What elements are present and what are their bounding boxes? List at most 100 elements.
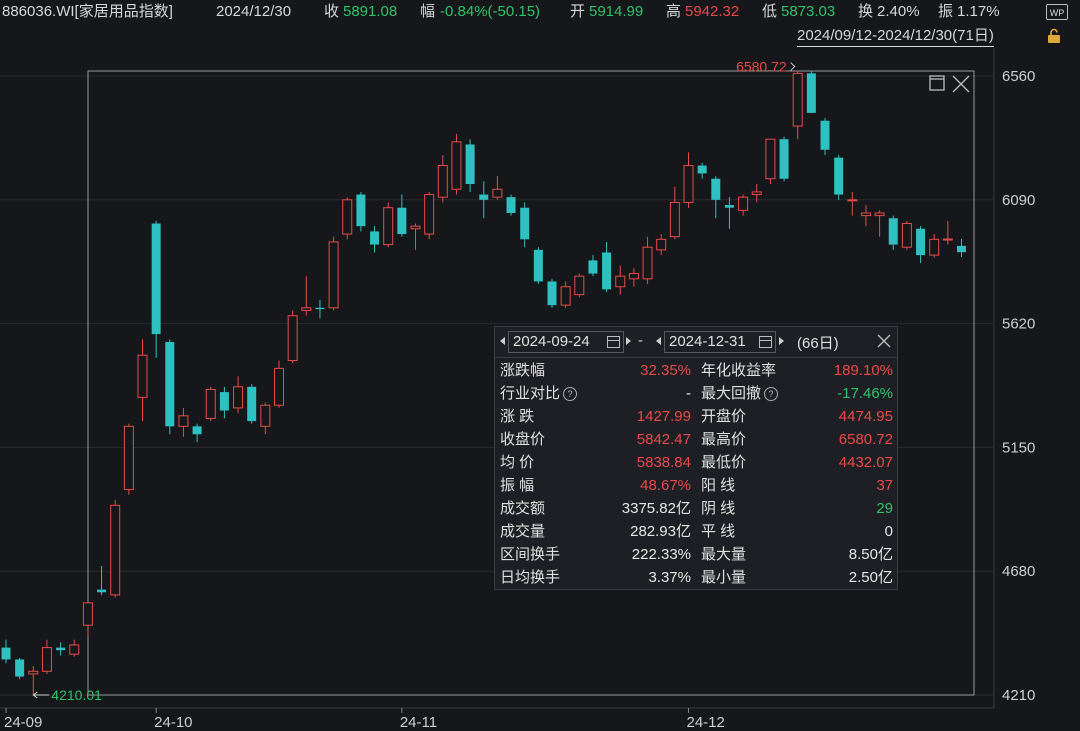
candle-body bbox=[82, 602, 93, 626]
candle-body bbox=[151, 223, 161, 335]
stat-value: 8.50亿 bbox=[848, 546, 893, 563]
start-date-input[interactable]: 2024-09-24 bbox=[508, 331, 624, 353]
candle-body bbox=[287, 315, 298, 361]
candle-body bbox=[874, 212, 885, 217]
interval-selector: 2024-09-24 - 2024-12-31 (66日) bbox=[495, 327, 897, 358]
stat-value: 4432.07 bbox=[838, 454, 893, 471]
candle-body bbox=[492, 188, 503, 198]
candle-body bbox=[397, 207, 407, 235]
start-prev-arrow-icon[interactable] bbox=[500, 337, 505, 345]
y-tick-label: 6560 bbox=[1002, 68, 1035, 85]
end-next-arrow-icon[interactable] bbox=[779, 337, 784, 345]
stat-label: 区间换手 bbox=[500, 546, 561, 563]
candle-body bbox=[806, 73, 816, 113]
stat-value: 32.35% bbox=[640, 362, 691, 379]
stat-label: 行业对比? bbox=[500, 382, 578, 405]
candle-body bbox=[97, 589, 107, 593]
stat-value: 5842.47 bbox=[636, 431, 691, 448]
stat-label: 最大回撤? bbox=[701, 382, 779, 405]
candle-body bbox=[370, 231, 380, 245]
candle-body bbox=[437, 165, 448, 198]
candle-body bbox=[110, 504, 121, 596]
candle-body bbox=[901, 223, 912, 248]
candle-body bbox=[424, 194, 435, 235]
candle-body bbox=[28, 670, 39, 675]
stat-label: 涨跌幅 bbox=[500, 362, 546, 379]
candle-body bbox=[888, 218, 898, 245]
candle-body bbox=[1, 647, 11, 660]
stat-label: 最大量 bbox=[701, 546, 747, 563]
stat-label: 最低价 bbox=[701, 454, 747, 471]
stat-label: 年化收益率 bbox=[701, 362, 777, 379]
stat-label: 收盘价 bbox=[500, 431, 546, 448]
candle-body bbox=[683, 165, 694, 203]
candle-body bbox=[602, 252, 612, 290]
close-icon[interactable] bbox=[875, 332, 893, 350]
stat-value: 48.67% bbox=[640, 477, 691, 494]
y-tick-label: 4210 bbox=[1002, 687, 1035, 704]
candle-body bbox=[315, 307, 325, 310]
stats-row: 成交量 282.93亿平 线 0 bbox=[495, 520, 897, 543]
candle-body bbox=[451, 141, 462, 190]
min-price-label: 4210.01 bbox=[51, 687, 102, 703]
x-tick-label: 24-09 bbox=[4, 714, 42, 731]
candle-body bbox=[860, 212, 871, 217]
stat-value: 37 bbox=[876, 477, 893, 494]
candle-body bbox=[410, 225, 421, 230]
candle-body bbox=[506, 197, 516, 213]
stats-row: 涨跌幅 32.35% 年化收益率 189.10% bbox=[495, 359, 897, 382]
candle-body bbox=[751, 191, 762, 196]
candle-body bbox=[274, 367, 284, 406]
candle-body bbox=[342, 199, 353, 235]
help-icon[interactable]: ? bbox=[764, 387, 779, 401]
calendar-icon[interactable] bbox=[759, 336, 772, 348]
candle-body bbox=[957, 245, 966, 253]
stats-row: 区间换手 222.33% 最大量 8.50亿 bbox=[495, 543, 897, 566]
candle-body bbox=[792, 72, 803, 127]
stats-row: 振 幅 48.67% 阳 线 37 bbox=[495, 474, 897, 497]
candle-body bbox=[847, 199, 858, 202]
stat-label: 成交量 bbox=[500, 523, 546, 540]
stat-value: 5838.84 bbox=[636, 454, 691, 471]
stat-label: 均 价 bbox=[500, 454, 535, 471]
stat-label: 日均换手 bbox=[500, 569, 561, 586]
stat-value: 2.50亿 bbox=[848, 569, 893, 586]
stat-value: 3.37% bbox=[648, 569, 691, 586]
candle-body bbox=[15, 659, 25, 677]
candle-body bbox=[479, 194, 489, 200]
candle-body bbox=[628, 273, 639, 280]
candle-body bbox=[383, 207, 394, 246]
x-tick-label: 24-10 bbox=[154, 714, 192, 731]
start-date-text: 2024-09-24 bbox=[513, 333, 590, 350]
stat-value: 6580.72 bbox=[838, 431, 893, 448]
candle-body bbox=[247, 386, 257, 422]
candle-body bbox=[615, 275, 626, 288]
candle-body bbox=[533, 249, 543, 282]
candle-body bbox=[929, 238, 940, 256]
calendar-icon[interactable] bbox=[607, 336, 620, 348]
help-icon[interactable]: ? bbox=[563, 387, 578, 401]
end-date-text: 2024-12-31 bbox=[669, 333, 746, 350]
candle-body bbox=[260, 404, 271, 427]
x-tick-label: 24-11 bbox=[400, 714, 437, 731]
candle-body bbox=[123, 425, 134, 491]
candle-body bbox=[642, 246, 653, 280]
candle-body bbox=[656, 238, 667, 251]
candle-body bbox=[916, 228, 926, 256]
stat-label: 振 幅 bbox=[500, 477, 535, 494]
end-date-input[interactable]: 2024-12-31 bbox=[664, 331, 776, 353]
start-next-arrow-icon[interactable] bbox=[626, 337, 631, 345]
candle-body bbox=[697, 165, 707, 174]
candle-body bbox=[56, 647, 66, 651]
stat-value: 29 bbox=[876, 500, 893, 517]
candle-body bbox=[192, 426, 202, 435]
candle-body bbox=[41, 647, 52, 672]
end-prev-arrow-icon[interactable] bbox=[656, 337, 661, 345]
candle-body bbox=[178, 415, 189, 427]
stat-label: 最小量 bbox=[701, 569, 747, 586]
stat-value: 4474.95 bbox=[838, 408, 893, 425]
candle-body bbox=[711, 178, 721, 200]
y-tick-label: 6090 bbox=[1002, 192, 1035, 209]
candle-body bbox=[560, 286, 571, 306]
candle-body bbox=[779, 139, 789, 179]
